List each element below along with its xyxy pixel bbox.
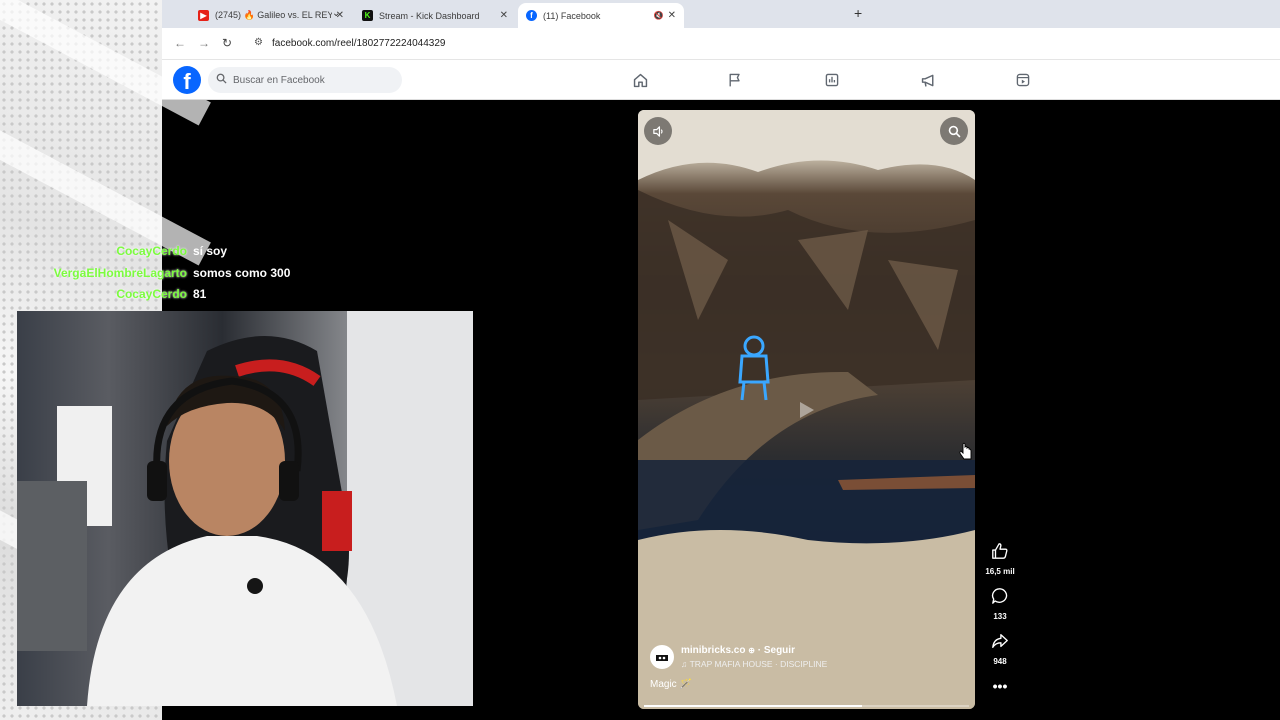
reel-video-player[interactable]: minibricks.co ⊕ · Seguir ♫ TRAP MAFIA HO… [638,110,975,709]
search-icon[interactable] [940,117,968,145]
channel-name[interactable]: minibricks.co [681,645,745,656]
screen: { "browser": { "tabs": [ {"label": "(274… [0,0,1280,720]
tab-facebook[interactable]: f (11) Facebook 🔇 ✕ [518,3,684,28]
pages-flag-icon[interactable] [725,70,745,90]
share-count: 948 [993,657,1007,666]
site-info-icon[interactable]: ⚙ [254,37,263,48]
browser-tab-bar: ⌄ ▶ (2745) 🔥 Galileo vs. EL REY PE ✕ K S… [162,0,1280,28]
chat-message: CocayCerdo 81 [116,287,206,301]
youtube-icon: ▶ [198,10,209,21]
webcam-feed [17,311,473,706]
comment-count: 133 [993,612,1007,621]
reload-icon[interactable]: ↻ [222,36,232,50]
mute-tab-icon[interactable]: 🔇 [654,11,664,20]
facebook-header: f Buscar en Facebook [162,60,1280,100]
chat-message: VergaElHombreLagarto somos como 300 [53,266,291,280]
tab-kick-dashboard[interactable]: K Stream - Kick Dashboard ✕ [354,3,516,28]
chat-message: CocayCerdo sí soy [116,244,227,258]
thumbs-up-icon [992,543,1008,559]
home-icon[interactable] [630,70,650,90]
search-icon [216,73,227,87]
music-track[interactable]: ♫ TRAP MAFIA HOUSE · DISCIPLINE [681,659,827,669]
facebook-logo-icon[interactable]: f [173,66,201,94]
kick-icon: K [362,10,373,21]
forward-arrow-icon[interactable]: → [198,36,210,50]
channel-line: minibricks.co ⊕ · Seguir [681,645,795,656]
chat-username: VergaElHombreLagarto [53,266,187,280]
facebook-search-input[interactable]: Buscar en Facebook [208,67,402,93]
reel-caption: Magic 🪄 [650,679,692,690]
reel-info: minibricks.co ⊕ · Seguir ♫ TRAP MAFIA HO… [650,645,950,697]
tab-youtube[interactable]: ▶ (2745) 🔥 Galileo vs. EL REY PE ✕ [190,3,352,28]
volume-icon[interactable] [644,117,672,145]
verified-icon: ⊕ [748,646,755,655]
address-bar: ← → ↻ ⚙ facebook.com/reel/18027722240443… [162,28,1280,60]
more-options-icon[interactable]: ••• [980,678,1020,694]
like-button[interactable]: 16,5 mil [980,542,1020,576]
share-icon [992,634,1008,648]
video-progress-fill [644,705,862,707]
comment-button[interactable]: 133 [980,587,1020,621]
close-tab-icon[interactable]: ✕ [668,10,676,21]
mouse-pointer-icon [959,442,973,465]
back-arrow-icon[interactable]: ← [174,36,186,50]
facebook-icon: f [526,10,537,21]
dashboard-icon[interactable] [822,70,842,90]
video-progress-bar[interactable] [644,705,969,707]
follow-button[interactable]: · Seguir [758,645,795,656]
chat-text: 81 [193,287,207,301]
search-placeholder: Buscar en Facebook [233,74,325,86]
close-tab-icon[interactable]: ✕ [500,10,508,21]
like-count: 16,5 mil [985,567,1015,576]
ads-megaphone-icon[interactable] [918,70,938,90]
comment-icon [991,588,1008,604]
new-tab-plus-icon[interactable]: + [854,5,862,21]
chat-username: CocayCerdo [116,244,187,258]
channel-avatar[interactable] [650,645,674,669]
reels-icon[interactable] [1013,70,1033,90]
chat-username: CocayCerdo [116,287,187,301]
url-field[interactable]: facebook.com/reel/1802772224044329 [272,38,445,49]
chat-text: somos como 300 [193,266,291,280]
chat-text: sí soy [193,244,228,258]
tab-title: (2745) 🔥 Galileo vs. EL REY PE [215,10,332,20]
tab-title: (11) Facebook [543,10,601,21]
close-tab-icon[interactable]: ✕ [336,10,344,21]
tab-title: Stream - Kick Dashboard [379,10,480,21]
share-button[interactable]: 948 [980,632,1020,666]
